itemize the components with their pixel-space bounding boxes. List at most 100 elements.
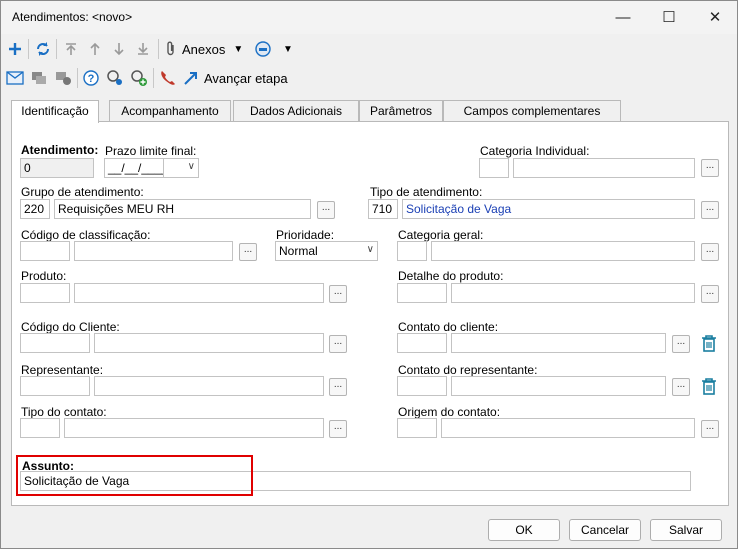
tipo-contato-code-field[interactable]	[20, 418, 60, 438]
contato-cliente-code-field[interactable]	[397, 333, 447, 353]
representante-browse-button[interactable]: ...	[329, 378, 347, 396]
chevron-down-icon: ▼	[283, 43, 293, 55]
prioridade-select[interactable]: Normal ∨	[275, 241, 378, 261]
classificacao-code-field[interactable]	[20, 241, 70, 261]
grupo-label: Grupo de atendimento:	[21, 185, 144, 199]
maximize-icon[interactable]: ☐	[646, 1, 692, 34]
origem-contato-label: Origem do contato:	[398, 405, 501, 419]
cliente-field[interactable]	[94, 333, 324, 353]
print-menu-button[interactable]: ▼	[255, 38, 297, 60]
detalhe-produto-code-field[interactable]	[397, 283, 447, 303]
last-record-icon[interactable]	[133, 38, 153, 60]
classificacao-label: Código de classificação:	[21, 228, 151, 242]
separator	[158, 39, 159, 59]
grupo-browse-button[interactable]: ...	[317, 201, 335, 219]
classificacao-field[interactable]	[74, 241, 233, 261]
minimize-icon[interactable]: —	[600, 1, 646, 34]
categoria-geral-field[interactable]	[431, 241, 695, 261]
contato-representante-label: Contato do representante:	[398, 363, 538, 377]
contato-representante-browse-button[interactable]: ...	[672, 378, 690, 396]
next-record-icon[interactable]	[109, 38, 129, 60]
previous-record-icon[interactable]	[85, 38, 105, 60]
add-icon[interactable]	[5, 38, 25, 60]
cliente-code-field[interactable]	[20, 333, 90, 353]
contato-representante-field[interactable]	[451, 376, 666, 396]
tipo-browse-button[interactable]: ...	[701, 201, 719, 219]
title-bar: Atendimentos: <novo> — ☐ ✕	[1, 1, 737, 34]
tab-acompanhamento[interactable]: Acompanhamento	[109, 100, 231, 122]
tab-dados-adicionais[interactable]: Dados Adicionais	[233, 100, 359, 122]
highlight-box	[16, 455, 253, 496]
prioridade-value: Normal	[279, 244, 318, 258]
categoria-individual-label: Categoria Individual:	[480, 144, 590, 158]
categoria-individual-field[interactable]	[513, 158, 695, 178]
cliente-browse-button[interactable]: ...	[329, 335, 347, 353]
contato-cliente-field[interactable]	[451, 333, 666, 353]
prazo-field[interactable]: __/__/____	[104, 158, 164, 178]
cliente-label: Código do Cliente:	[21, 320, 120, 334]
separator	[56, 39, 57, 59]
representante-label: Representante:	[21, 363, 104, 377]
tipo-code-field[interactable]: 710	[368, 199, 398, 219]
help-icon[interactable]: ?	[81, 67, 101, 89]
tipo-contato-field[interactable]	[64, 418, 324, 438]
produto-label: Produto:	[21, 269, 67, 283]
search-add-icon[interactable]	[129, 67, 149, 89]
tipo-contato-browse-button[interactable]: ...	[329, 420, 347, 438]
contato-cliente-browse-button[interactable]: ...	[672, 335, 690, 353]
detalhe-produto-label: Detalhe do produto:	[398, 269, 504, 283]
phone-icon[interactable]	[157, 67, 177, 89]
representante-field[interactable]	[94, 376, 324, 396]
first-record-icon[interactable]	[61, 38, 81, 60]
tab-campos-complementares[interactable]: Campos complementares	[443, 100, 621, 122]
detalhe-produto-field[interactable]	[451, 283, 695, 303]
tipo-field[interactable]: Solicitação de Vaga	[402, 199, 695, 219]
detalhe-produto-browse-button[interactable]: ...	[701, 285, 719, 303]
tipo-label: Tipo de atendimento:	[370, 185, 483, 199]
atendimento-field: 0	[20, 158, 94, 178]
toolbar-secondary: ? Avançar etapa	[1, 67, 737, 95]
save-button[interactable]: Salvar	[650, 519, 722, 541]
user-settings-icon[interactable]	[53, 67, 73, 89]
produto-field[interactable]	[74, 283, 324, 303]
chevron-down-icon: ∨	[187, 161, 195, 172]
close-icon[interactable]: ✕	[692, 1, 738, 34]
ok-button[interactable]: OK	[488, 519, 560, 541]
email-icon[interactable]	[5, 67, 25, 89]
tab-identificacao[interactable]: Identificação	[11, 100, 99, 123]
categoria-geral-browse-button[interactable]: ...	[701, 243, 719, 261]
trash-icon[interactable]	[699, 333, 719, 353]
atendimento-label: Atendimento:	[21, 143, 99, 157]
origem-contato-code-field[interactable]	[397, 418, 437, 438]
categoria-individual-browse-button[interactable]: ...	[701, 159, 719, 177]
tab-parametros[interactable]: Parâmetros	[359, 100, 443, 122]
advance-stage-button[interactable]: Avançar etapa	[183, 67, 293, 89]
prioridade-label: Prioridade:	[276, 228, 335, 242]
prazo-calendar-dropdown[interactable]: ∨	[163, 158, 199, 178]
representante-code-field[interactable]	[20, 376, 90, 396]
refresh-icon[interactable]	[33, 38, 53, 60]
window: Atendimentos: <novo> — ☐ ✕ Anexos ▼ ▼ ? …	[0, 0, 738, 549]
origem-contato-field[interactable]	[441, 418, 695, 438]
window-title: Atendimentos: <novo>	[12, 10, 133, 24]
classificacao-browse-button[interactable]: ...	[239, 243, 257, 261]
categoria-geral-code-field[interactable]	[397, 241, 427, 261]
attachments-button[interactable]: Anexos ▼	[165, 38, 245, 60]
grupo-code-field[interactable]: 220	[20, 199, 50, 219]
search-key-icon[interactable]	[105, 67, 125, 89]
cancel-button[interactable]: Cancelar	[569, 519, 641, 541]
produto-browse-button[interactable]: ...	[329, 285, 347, 303]
users-icon[interactable]	[29, 67, 49, 89]
grupo-field[interactable]: Requisições MEU RH	[54, 199, 311, 219]
categoria-individual-code-field[interactable]	[479, 158, 509, 178]
trash-icon[interactable]	[699, 376, 719, 396]
origem-contato-browse-button[interactable]: ...	[701, 420, 719, 438]
separator	[28, 39, 29, 59]
advance-stage-label: Avançar etapa	[204, 70, 288, 86]
paperclip-icon	[167, 41, 174, 56]
produto-code-field[interactable]	[20, 283, 70, 303]
contato-representante-code-field[interactable]	[397, 376, 447, 396]
chevron-down-icon: ▼	[233, 43, 244, 55]
advance-arrow-icon	[184, 72, 197, 85]
separator	[77, 68, 78, 88]
